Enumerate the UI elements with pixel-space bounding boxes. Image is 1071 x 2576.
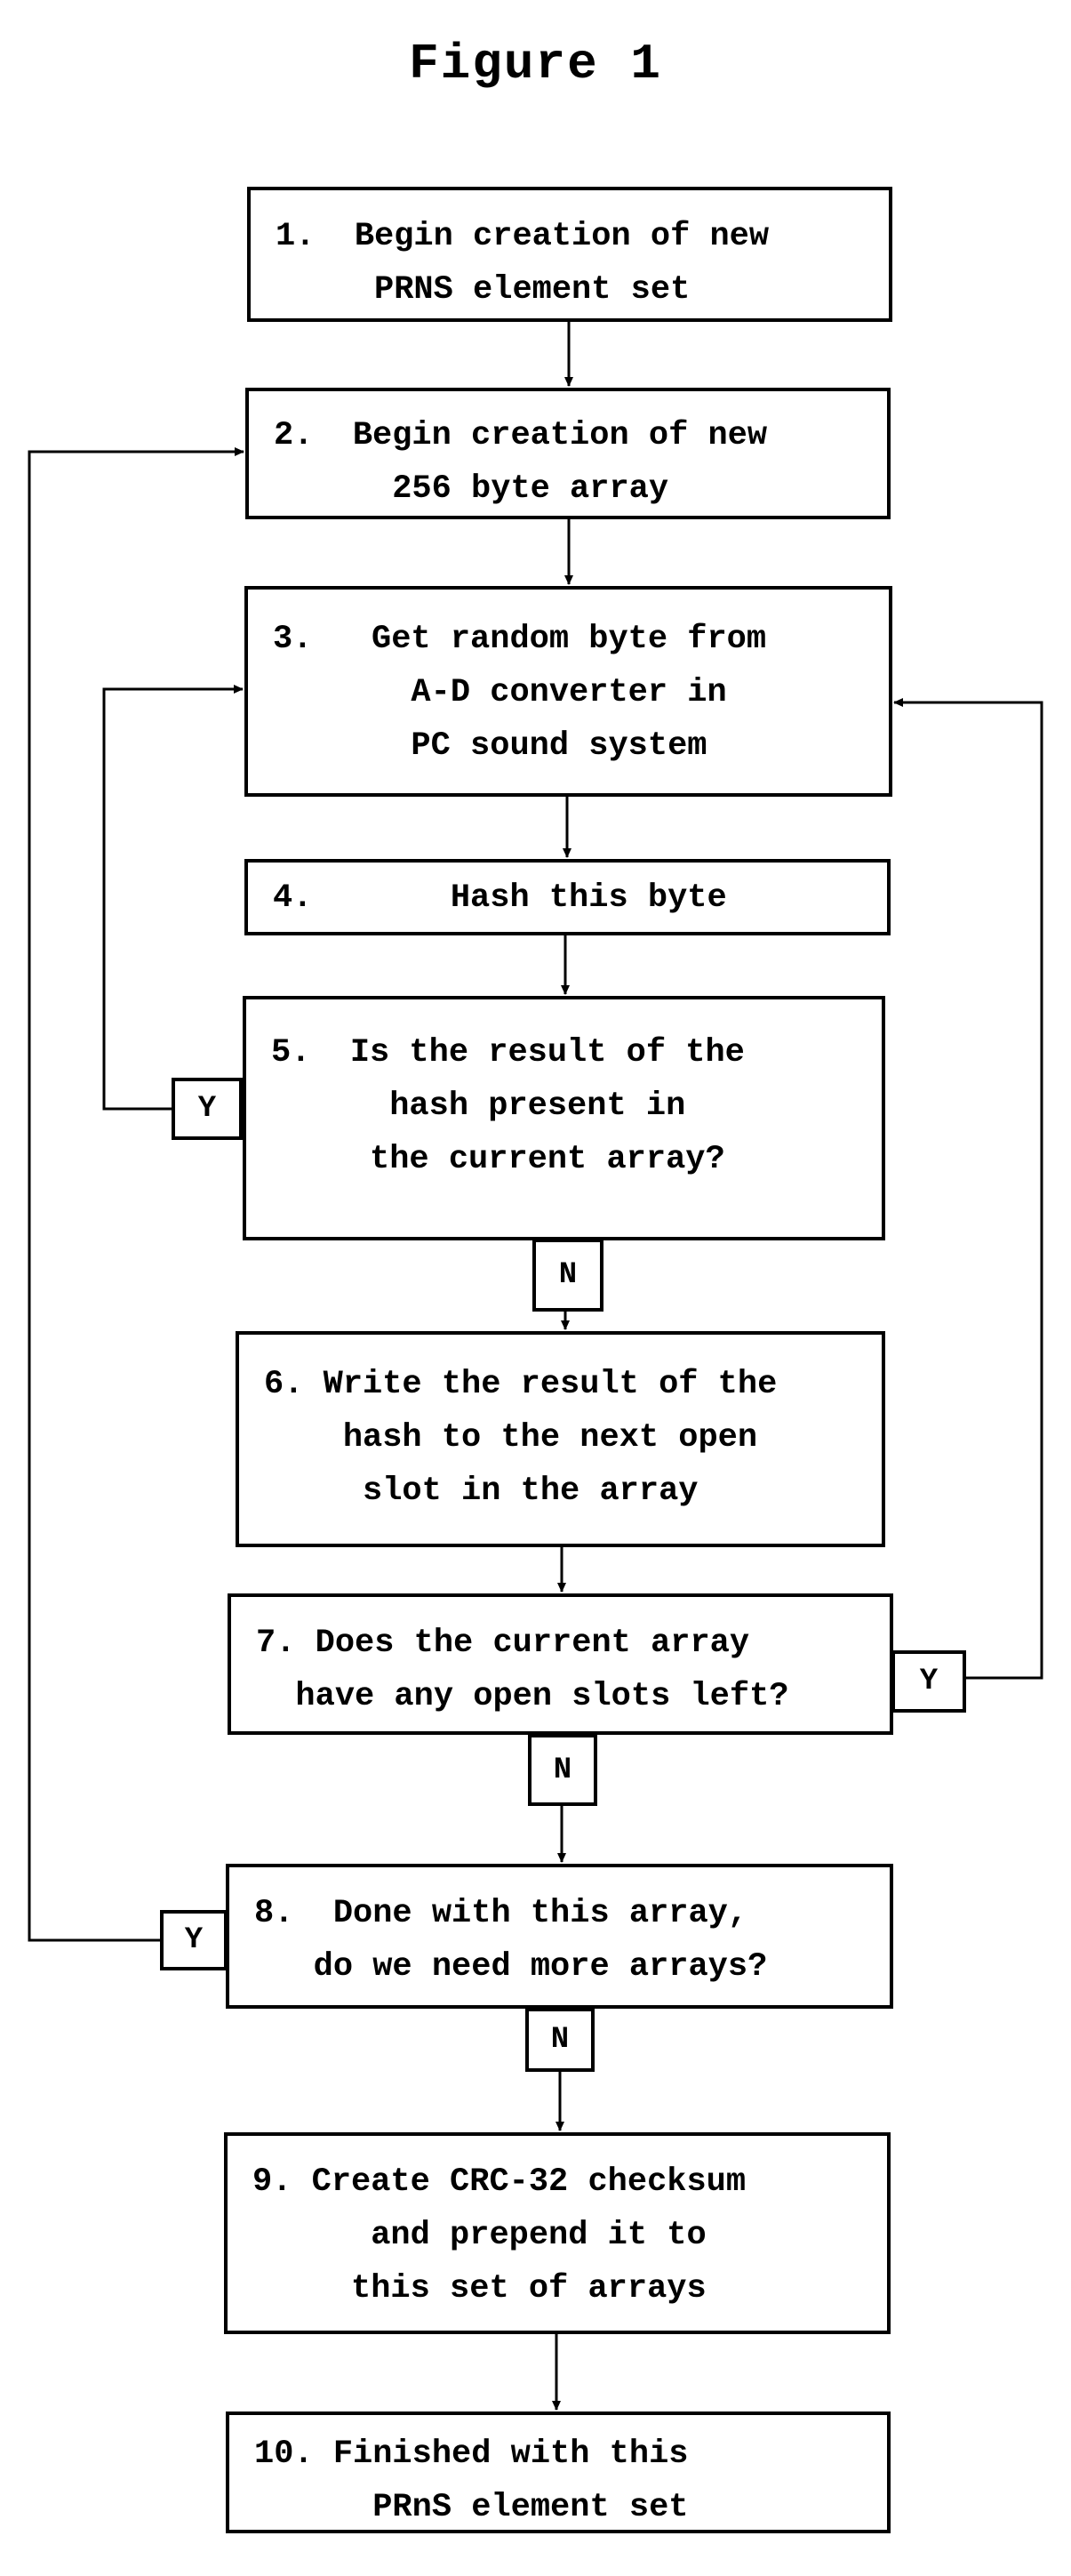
step-8-text-line: do we need more arrays? (254, 1948, 768, 1986)
step-9-box: 9. Create CRC-32 checksum and prepend it… (224, 2132, 891, 2334)
step-6-text-line: slot in the array (264, 1473, 699, 1510)
edge-5-yes-to-3 (102, 685, 244, 1111)
step7-no-label: N (528, 1734, 597, 1806)
step-7-text-line: have any open slots left? (256, 1678, 789, 1715)
step-1-text-line: 1. Begin creation of new (276, 218, 770, 255)
step-1-box: 1. Begin creation of new PRNS element se… (247, 187, 892, 322)
step-9-text-line: this set of arrays (252, 2270, 707, 2307)
step7-yes-label: Y (891, 1650, 966, 1713)
step-2-text-line: 256 byte array (274, 470, 669, 508)
step-3-text-line: PC sound system (273, 727, 707, 765)
step-10-text-line: PRnS element set (254, 2489, 689, 2526)
step-6-box: 6. Write the result of the hash to the n… (236, 1331, 885, 1547)
step-10-box: 10. Finished with this PRnS element set (226, 2411, 891, 2533)
step-9-text-line: and prepend it to (252, 2217, 707, 2254)
step-8-box: 8. Done with this array, do we need more… (226, 1864, 893, 2009)
step-9-text-line: 9. Create CRC-32 checksum (252, 2163, 747, 2201)
step-5-text-line: 5. Is the result of the (271, 1034, 745, 1071)
edge-8-yes-to-2 (28, 447, 244, 1942)
step-4-text-line: 4. Hash this byte (273, 879, 727, 917)
step-6-text-line: hash to the next open (264, 1419, 758, 1457)
step-4-box: 4. Hash this byte (244, 859, 891, 935)
step-7-text-line: 7. Does the current array (256, 1625, 750, 1662)
step-5-text-line: the current array? (271, 1141, 725, 1178)
step-5-text-line: hash present in (271, 1087, 686, 1125)
step-1-text-line: PRNS element set (276, 271, 691, 309)
step-3-text-line: A-D converter in (273, 674, 727, 711)
step-5-box: 5. Is the result of the hash present in … (243, 996, 885, 1240)
step8-yes-label: Y (160, 1910, 228, 1970)
step8-no-label: N (525, 2008, 595, 2072)
step-2-box: 2. Begin creation of new 256 byte array (245, 388, 891, 519)
step-3-box: 3. Get random byte from A-D converter in… (244, 586, 892, 797)
step-6-text-line: 6. Write the result of the (264, 1366, 778, 1403)
step-10-text-line: 10. Finished with this (254, 2436, 689, 2473)
step5-yes-label: Y (172, 1078, 243, 1140)
step-7-box: 7. Does the current array have any open … (228, 1593, 893, 1735)
step-3-text-line: 3. Get random byte from (273, 621, 767, 658)
step-2-text-line: 2. Begin creation of new (274, 417, 768, 454)
step-8-text-line: 8. Done with this array, (254, 1895, 748, 1932)
step5-no-label: N (532, 1239, 603, 1312)
edge-7-yes-to-3 (893, 698, 1043, 1680)
